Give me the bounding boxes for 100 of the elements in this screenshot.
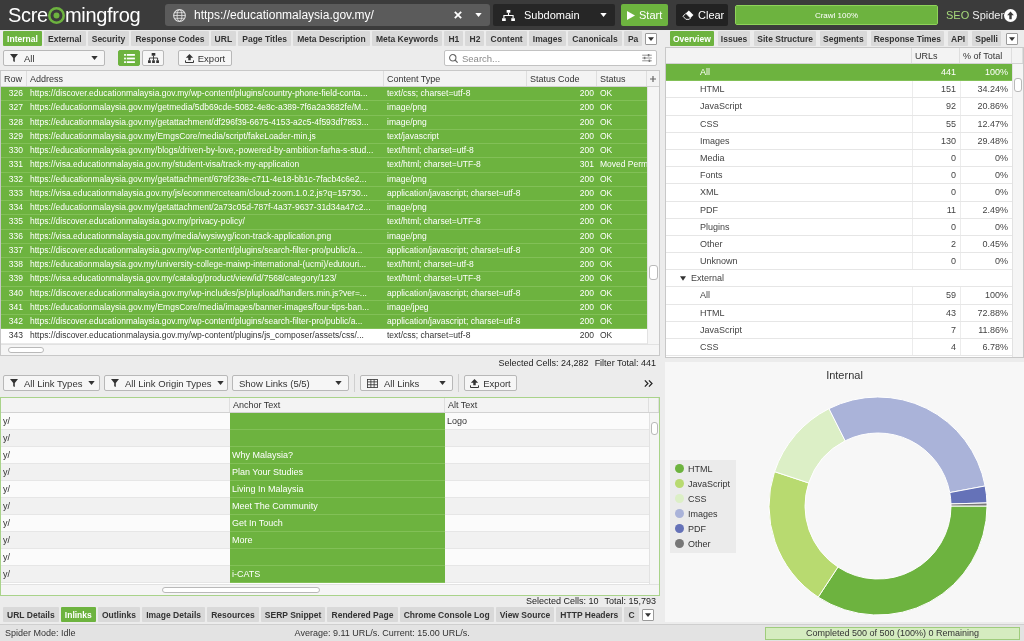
mode-dropdown[interactable]: Subdomain — [493, 4, 615, 26]
tab[interactable]: Security — [87, 31, 130, 46]
table-cell-text: text/css; charset=utf-8 — [386, 87, 472, 100]
table-row[interactable]: Unknown 0 0% — [666, 253, 1012, 271]
export-button[interactable]: Export — [178, 50, 232, 66]
tab[interactable]: Content — [486, 31, 527, 46]
column-header[interactable]: Status Code — [527, 71, 597, 86]
tab[interactable]: API — [948, 31, 969, 46]
tab[interactable]: Rendered Page — [327, 607, 398, 622]
table-cell-text: y/ — [2, 449, 11, 462]
table-cell-text: https://educationmalaysia.gov.my/EmgsCore/media/script/fakeLoader-min.js — [29, 129, 317, 143]
table-row[interactable]: HTML 151 34.24% — [666, 81, 1012, 99]
triangle-down-icon[interactable] — [680, 275, 686, 281]
tab[interactable]: External — [43, 31, 86, 46]
tab[interactable]: Segments — [820, 31, 867, 46]
table-cell-text: image/png — [386, 229, 428, 243]
tab[interactable]: Meta Description — [293, 31, 370, 46]
tab[interactable]: View Source — [495, 607, 555, 622]
tab[interactable]: Response Codes — [131, 31, 209, 46]
overflow-menu-button[interactable] — [641, 608, 654, 621]
tab[interactable]: URL — [210, 31, 237, 46]
table-cell: 0 — [912, 167, 960, 184]
search-field[interactable]: Search... — [444, 50, 657, 66]
caret-icon[interactable] — [475, 13, 482, 17]
table-cell-text: image/png — [386, 101, 428, 115]
table-cell: 130 — [912, 132, 960, 149]
filter-dropdown[interactable]: All Link Origin Types — [104, 375, 228, 391]
table-row[interactable]: All 59 100% — [666, 287, 1012, 305]
table-cell-text: OK — [599, 258, 614, 271]
overflow-menu-button[interactable] — [1005, 32, 1018, 45]
upload-icon — [470, 378, 480, 388]
tab[interactable]: SERP Snippet — [260, 607, 326, 622]
table-cell-text: OK — [599, 329, 614, 343]
filter-dropdown[interactable]: All Link Types — [3, 375, 100, 391]
legend-label: Other — [688, 538, 711, 549]
table-cell-text: https://visa.educationmalaysia.gov.my/student-visa/track-my-application — [29, 158, 301, 172]
table-cell-text: image/png — [386, 172, 428, 186]
tab[interactable]: Canonicals — [568, 31, 622, 46]
table-row[interactable]: CSS 4 6.78% — [666, 339, 1012, 357]
column-header[interactable]: Row — [1, 71, 27, 86]
clear-button[interactable]: Clear — [676, 4, 728, 26]
dropdown[interactable]: Show Links (5/5) — [232, 375, 349, 391]
column-header[interactable]: % of Total — [960, 48, 1012, 63]
table-icon — [367, 378, 378, 388]
tab[interactable]: C — [624, 607, 639, 622]
tab[interactable]: Outlinks — [97, 607, 141, 622]
vertical-scrollbar[interactable] — [647, 87, 659, 344]
column-header[interactable]: URLs — [912, 48, 960, 63]
tab[interactable]: URL Details — [3, 607, 59, 622]
export-button[interactable]: Export — [464, 375, 517, 391]
status-text: Spider Mode: Idle — [5, 628, 76, 638]
table-row[interactable]: XML 0 0% — [666, 184, 1012, 202]
status-text: Average: 9.11 URL/s. Current: 15.00 URL/s. — [294, 628, 470, 638]
tab[interactable]: Page Titles — [238, 31, 292, 46]
filter-dropdown[interactable]: All — [3, 50, 105, 66]
table-row[interactable]: Fonts 0 0% — [666, 167, 1012, 185]
table-cell-text: Other — [699, 237, 724, 251]
vertical-scrollbar[interactable] — [1012, 64, 1023, 357]
tab[interactable]: Chrome Console Log — [399, 607, 494, 622]
tab[interactable]: Image Details — [142, 607, 206, 622]
table-cell-text: text/html; charset=utf-8 — [386, 144, 475, 157]
tab[interactable]: HTTP Headers — [556, 607, 623, 622]
tab[interactable]: Images — [528, 31, 567, 46]
columns-dropdown[interactable]: All Links — [360, 375, 453, 391]
table-row[interactable]: JavaScript 92 20.86% — [666, 98, 1012, 116]
table-cell-text: JavaScript — [699, 323, 744, 337]
tab[interactable]: Pa — [623, 31, 643, 46]
column-header[interactable]: Address — [27, 71, 384, 86]
url-field[interactable]: https://educationmalaysia.gov.my/ — [165, 4, 490, 26]
overflow-menu-button[interactable] — [645, 32, 658, 45]
table-row[interactable]: 343 https://discover.educationmalaysia.gov.my/wp-content/plugins/js_composer/assets/css/... text/css; charset=utf-8 200 OK — [1, 329, 647, 344]
arrow-up-circle-icon[interactable] — [1004, 8, 1018, 22]
tab[interactable]: Issues — [717, 31, 751, 46]
tab[interactable]: Response Times — [870, 31, 945, 46]
double-chevron-icon[interactable] — [644, 379, 653, 387]
table-cell-text: y/ — [2, 483, 11, 496]
plus-icon[interactable] — [650, 75, 656, 82]
vertical-scrollbar[interactable] — [649, 413, 659, 584]
horizontal-scrollbar[interactable] — [1, 344, 659, 355]
tab[interactable]: Site Structure — [754, 31, 817, 46]
close-icon[interactable] — [454, 11, 462, 19]
table-cell: 92 — [912, 98, 960, 115]
tab[interactable]: Meta Keywords — [371, 31, 443, 46]
column-header[interactable]: Status — [597, 71, 647, 86]
search-input[interactable]: Search... — [462, 51, 638, 65]
sliders-icon[interactable] — [642, 54, 652, 62]
url-input[interactable]: https://educationmalaysia.gov.my/ — [194, 7, 446, 23]
horizontal-scrollbar[interactable] — [1, 584, 659, 595]
tab[interactable]: Spelli — [972, 31, 1001, 46]
table-cell-text: OK — [599, 229, 614, 243]
column-header[interactable]: Alt Text — [445, 398, 649, 412]
tab[interactable]: H2 — [465, 31, 485, 46]
tree-view-button[interactable] — [142, 50, 164, 66]
tab[interactable]: H1 — [444, 31, 464, 46]
table-cell-text: Logo — [446, 415, 469, 428]
table-cell-text: y/ — [2, 500, 11, 513]
tab[interactable]: Resources — [207, 607, 259, 622]
column-header[interactable]: Content Type — [384, 71, 527, 86]
table-cell-text: 200 — [578, 229, 595, 243]
column-header[interactable]: Anchor Text — [230, 398, 445, 412]
